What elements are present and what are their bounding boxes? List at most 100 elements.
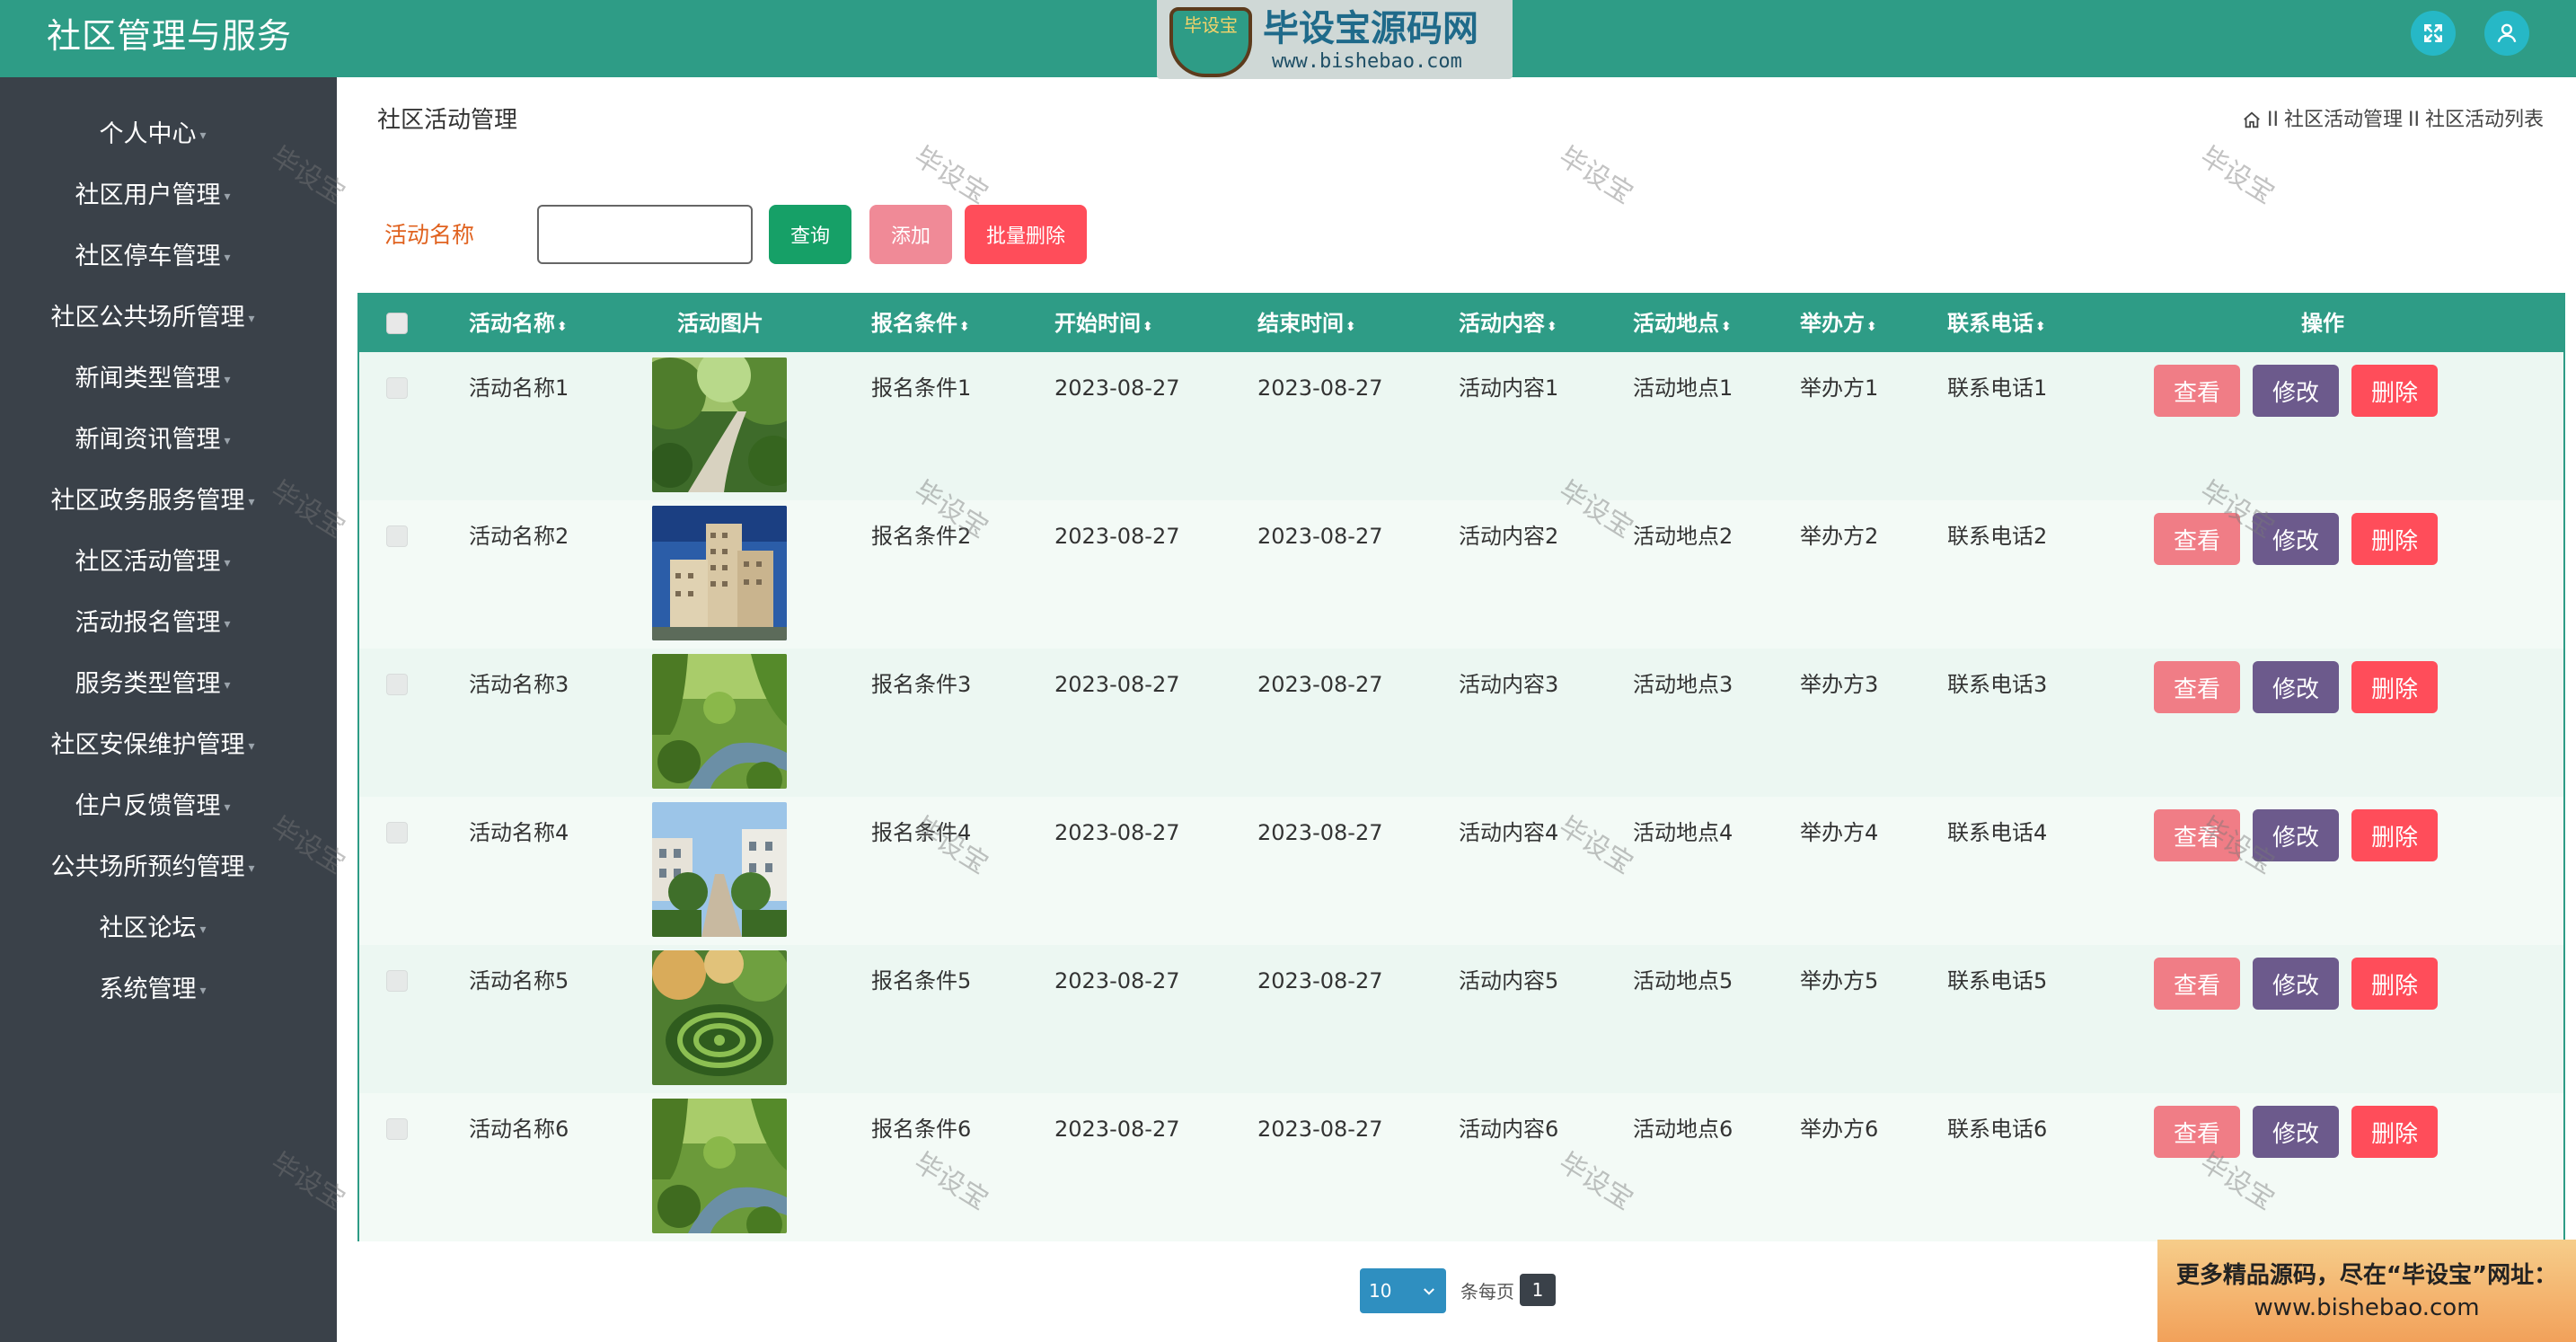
header-label: 活动名称 bbox=[469, 311, 555, 336]
delete-button[interactable]: 删除 bbox=[2351, 958, 2438, 1010]
cell-end-time: 2023-08-27 bbox=[1257, 672, 1383, 697]
row-checkbox[interactable] bbox=[386, 674, 408, 695]
header-col-activity-image[interactable]: 活动图片 bbox=[677, 295, 763, 352]
select-all-checkbox[interactable] bbox=[386, 313, 408, 334]
sort-icon[interactable]: ⬍ bbox=[1142, 320, 1153, 334]
delete-button[interactable]: 删除 bbox=[2351, 809, 2438, 861]
delete-button[interactable]: 删除 bbox=[2351, 513, 2438, 565]
cell-phone: 联系电话2 bbox=[1947, 524, 2048, 549]
breadcrumb-item-activity-management[interactable]: 社区活动管理 bbox=[2284, 106, 2403, 135]
sidebar-item-9[interactable]: 服务类型管理 ▾ bbox=[0, 667, 305, 703]
sidebar-item-label: 社区用户管理 bbox=[75, 181, 221, 209]
chevron-down-icon bbox=[1424, 1288, 1434, 1295]
sidebar-item-3[interactable]: 社区公共场所管理 ▾ bbox=[0, 300, 305, 337]
header-col-start-time[interactable]: 开始时间 ⬍ bbox=[1054, 295, 1153, 352]
sidebar-item-7[interactable]: 社区活动管理 ▾ bbox=[0, 544, 305, 581]
cell-start-time: 2023-08-27 bbox=[1054, 672, 1180, 697]
add-button[interactable]: 添加 bbox=[869, 205, 952, 264]
header-label: 结束时间 bbox=[1257, 311, 1344, 336]
page-size-select[interactable]: 10 bbox=[1360, 1268, 1446, 1313]
fullscreen-button[interactable] bbox=[2411, 11, 2456, 56]
activity-table: 活动名称 ⬍ 活动图片 报名条件 ⬍ 开始时间 ⬍ 结束时间 ⬍ 活动内容 ⬍ 活动地点 ⬍ 举办方 ⬍ 联系… bbox=[357, 293, 2565, 1241]
sidebar-item-label: 活动报名管理 bbox=[75, 609, 221, 637]
row-checkbox[interactable] bbox=[386, 525, 408, 547]
delete-button[interactable]: 删除 bbox=[2351, 661, 2438, 713]
app-title: 社区管理与服务 bbox=[47, 16, 293, 56]
cell-place: 活动地点5 bbox=[1633, 968, 1734, 993]
sidebar-item-11[interactable]: 住户反馈管理 ▾ bbox=[0, 789, 305, 826]
cell-content: 活动内容4 bbox=[1459, 820, 1559, 845]
cell-place: 活动地点6 bbox=[1633, 1117, 1734, 1142]
edit-button[interactable]: 修改 bbox=[2253, 1106, 2339, 1158]
sidebar-item-0[interactable]: 个人中心 ▾ bbox=[0, 117, 305, 154]
edit-button[interactable]: 修改 bbox=[2253, 365, 2339, 417]
activity-image bbox=[652, 358, 787, 492]
sidebar-item-label: 社区政务服务管理 bbox=[50, 487, 245, 515]
sidebar-item-10[interactable]: 社区安保维护管理 ▾ bbox=[0, 728, 305, 764]
query-button[interactable]: 查询 bbox=[769, 205, 851, 264]
sidebar-item-label: 社区停车管理 bbox=[75, 243, 221, 270]
sidebar-item-6[interactable]: 社区政务服务管理 ▾ bbox=[0, 483, 305, 520]
sidebar-item-1[interactable]: 社区用户管理 ▾ bbox=[0, 178, 305, 215]
header-col-actions: 操作 bbox=[2301, 295, 2344, 352]
header-col-end-time[interactable]: 结束时间 ⬍ bbox=[1257, 295, 1356, 352]
sidebar-item-2[interactable]: 社区停车管理 ▾ bbox=[0, 239, 305, 276]
delete-button[interactable]: 删除 bbox=[2351, 1106, 2438, 1158]
watermark-url: www.bishebao.com bbox=[1272, 50, 1462, 73]
view-button[interactable]: 查看 bbox=[2154, 365, 2240, 417]
sort-icon[interactable]: ⬍ bbox=[959, 320, 970, 334]
header-col-content[interactable]: 活动内容 ⬍ bbox=[1459, 295, 1557, 352]
edit-button[interactable]: 修改 bbox=[2253, 958, 2339, 1010]
cell-content: 活动内容1 bbox=[1459, 375, 1559, 401]
header-label: 举办方 bbox=[1800, 311, 1865, 336]
row-checkbox[interactable] bbox=[386, 1118, 408, 1140]
table-row: 活动名称3 报名条件3 2023-08-27 2023-08-27 活动内容3 活动地点3… bbox=[359, 649, 2563, 797]
sidebar-item-5[interactable]: 新闻资讯管理 ▾ bbox=[0, 422, 305, 459]
header-col-place[interactable]: 活动地点 ⬍ bbox=[1633, 295, 1732, 352]
delete-button[interactable]: 删除 bbox=[2351, 365, 2438, 417]
sort-icon[interactable]: ⬍ bbox=[557, 320, 568, 334]
user-icon bbox=[2497, 23, 2517, 43]
cell-activity-name: 活动名称3 bbox=[469, 672, 569, 697]
edit-button[interactable]: 修改 bbox=[2253, 661, 2339, 713]
header-col-activity-name[interactable]: 活动名称 ⬍ bbox=[469, 295, 568, 352]
sort-icon[interactable]: ⬍ bbox=[1547, 320, 1557, 334]
row-checkbox[interactable] bbox=[386, 822, 408, 843]
activity-image bbox=[652, 950, 787, 1085]
view-button[interactable]: 查看 bbox=[2154, 958, 2240, 1010]
promo-line-1: 更多精品源码，尽在“毕设宝”网址： bbox=[2175, 1262, 2558, 1289]
header-col-condition[interactable]: 报名条件 ⬍ bbox=[871, 295, 970, 352]
view-button[interactable]: 查看 bbox=[2154, 661, 2240, 713]
header-col-phone[interactable]: 联系电话 ⬍ bbox=[1947, 295, 2046, 352]
sidebar-item-label: 住户反馈管理 bbox=[75, 792, 221, 820]
caret-down-icon: ▾ bbox=[224, 189, 231, 204]
cell-phone: 联系电话5 bbox=[1947, 968, 2048, 993]
diagonal-watermark: 毕设宝 bbox=[908, 140, 994, 211]
sidebar-item-14[interactable]: 系统管理 ▾ bbox=[0, 972, 305, 1009]
sidebar-item-4[interactable]: 新闻类型管理 ▾ bbox=[0, 361, 305, 398]
sidebar-item-8[interactable]: 活动报名管理 ▾ bbox=[0, 605, 305, 642]
sort-icon[interactable]: ⬍ bbox=[2035, 320, 2046, 334]
sort-icon[interactable]: ⬍ bbox=[1721, 320, 1732, 334]
row-checkbox[interactable] bbox=[386, 970, 408, 992]
batch-delete-button[interactable]: 批量删除 bbox=[965, 205, 1087, 264]
cell-start-time: 2023-08-27 bbox=[1054, 524, 1180, 549]
promo-line-2: www.bishebao.com bbox=[2254, 1294, 2480, 1321]
cell-condition: 报名条件6 bbox=[871, 1117, 972, 1142]
page-number-button[interactable]: 1 bbox=[1520, 1274, 1556, 1306]
user-menu-button[interactable] bbox=[2484, 11, 2529, 56]
search-label-activity-name: 活动名称 bbox=[384, 222, 475, 248]
home-icon[interactable] bbox=[2242, 110, 2262, 130]
cell-start-time: 2023-08-27 bbox=[1054, 1117, 1180, 1142]
sort-icon[interactable]: ⬍ bbox=[1345, 320, 1356, 334]
header-col-host[interactable]: 举办方 ⬍ bbox=[1800, 295, 1877, 352]
table-row: 活动名称5 报名条件5 2023-08-27 2023-08-27 活动内容5 活动地点5… bbox=[359, 945, 2563, 1093]
header-label: 活动图片 bbox=[677, 311, 763, 336]
row-checkbox[interactable] bbox=[386, 377, 408, 399]
activity-name-input[interactable] bbox=[537, 205, 753, 264]
sort-icon[interactable]: ⬍ bbox=[1866, 320, 1877, 334]
cell-host: 举办方4 bbox=[1800, 820, 1879, 845]
cell-condition: 报名条件3 bbox=[871, 672, 972, 697]
sidebar-item-12[interactable]: 公共场所预约管理 ▾ bbox=[0, 850, 305, 887]
sidebar-item-13[interactable]: 社区论坛 ▾ bbox=[0, 911, 305, 948]
